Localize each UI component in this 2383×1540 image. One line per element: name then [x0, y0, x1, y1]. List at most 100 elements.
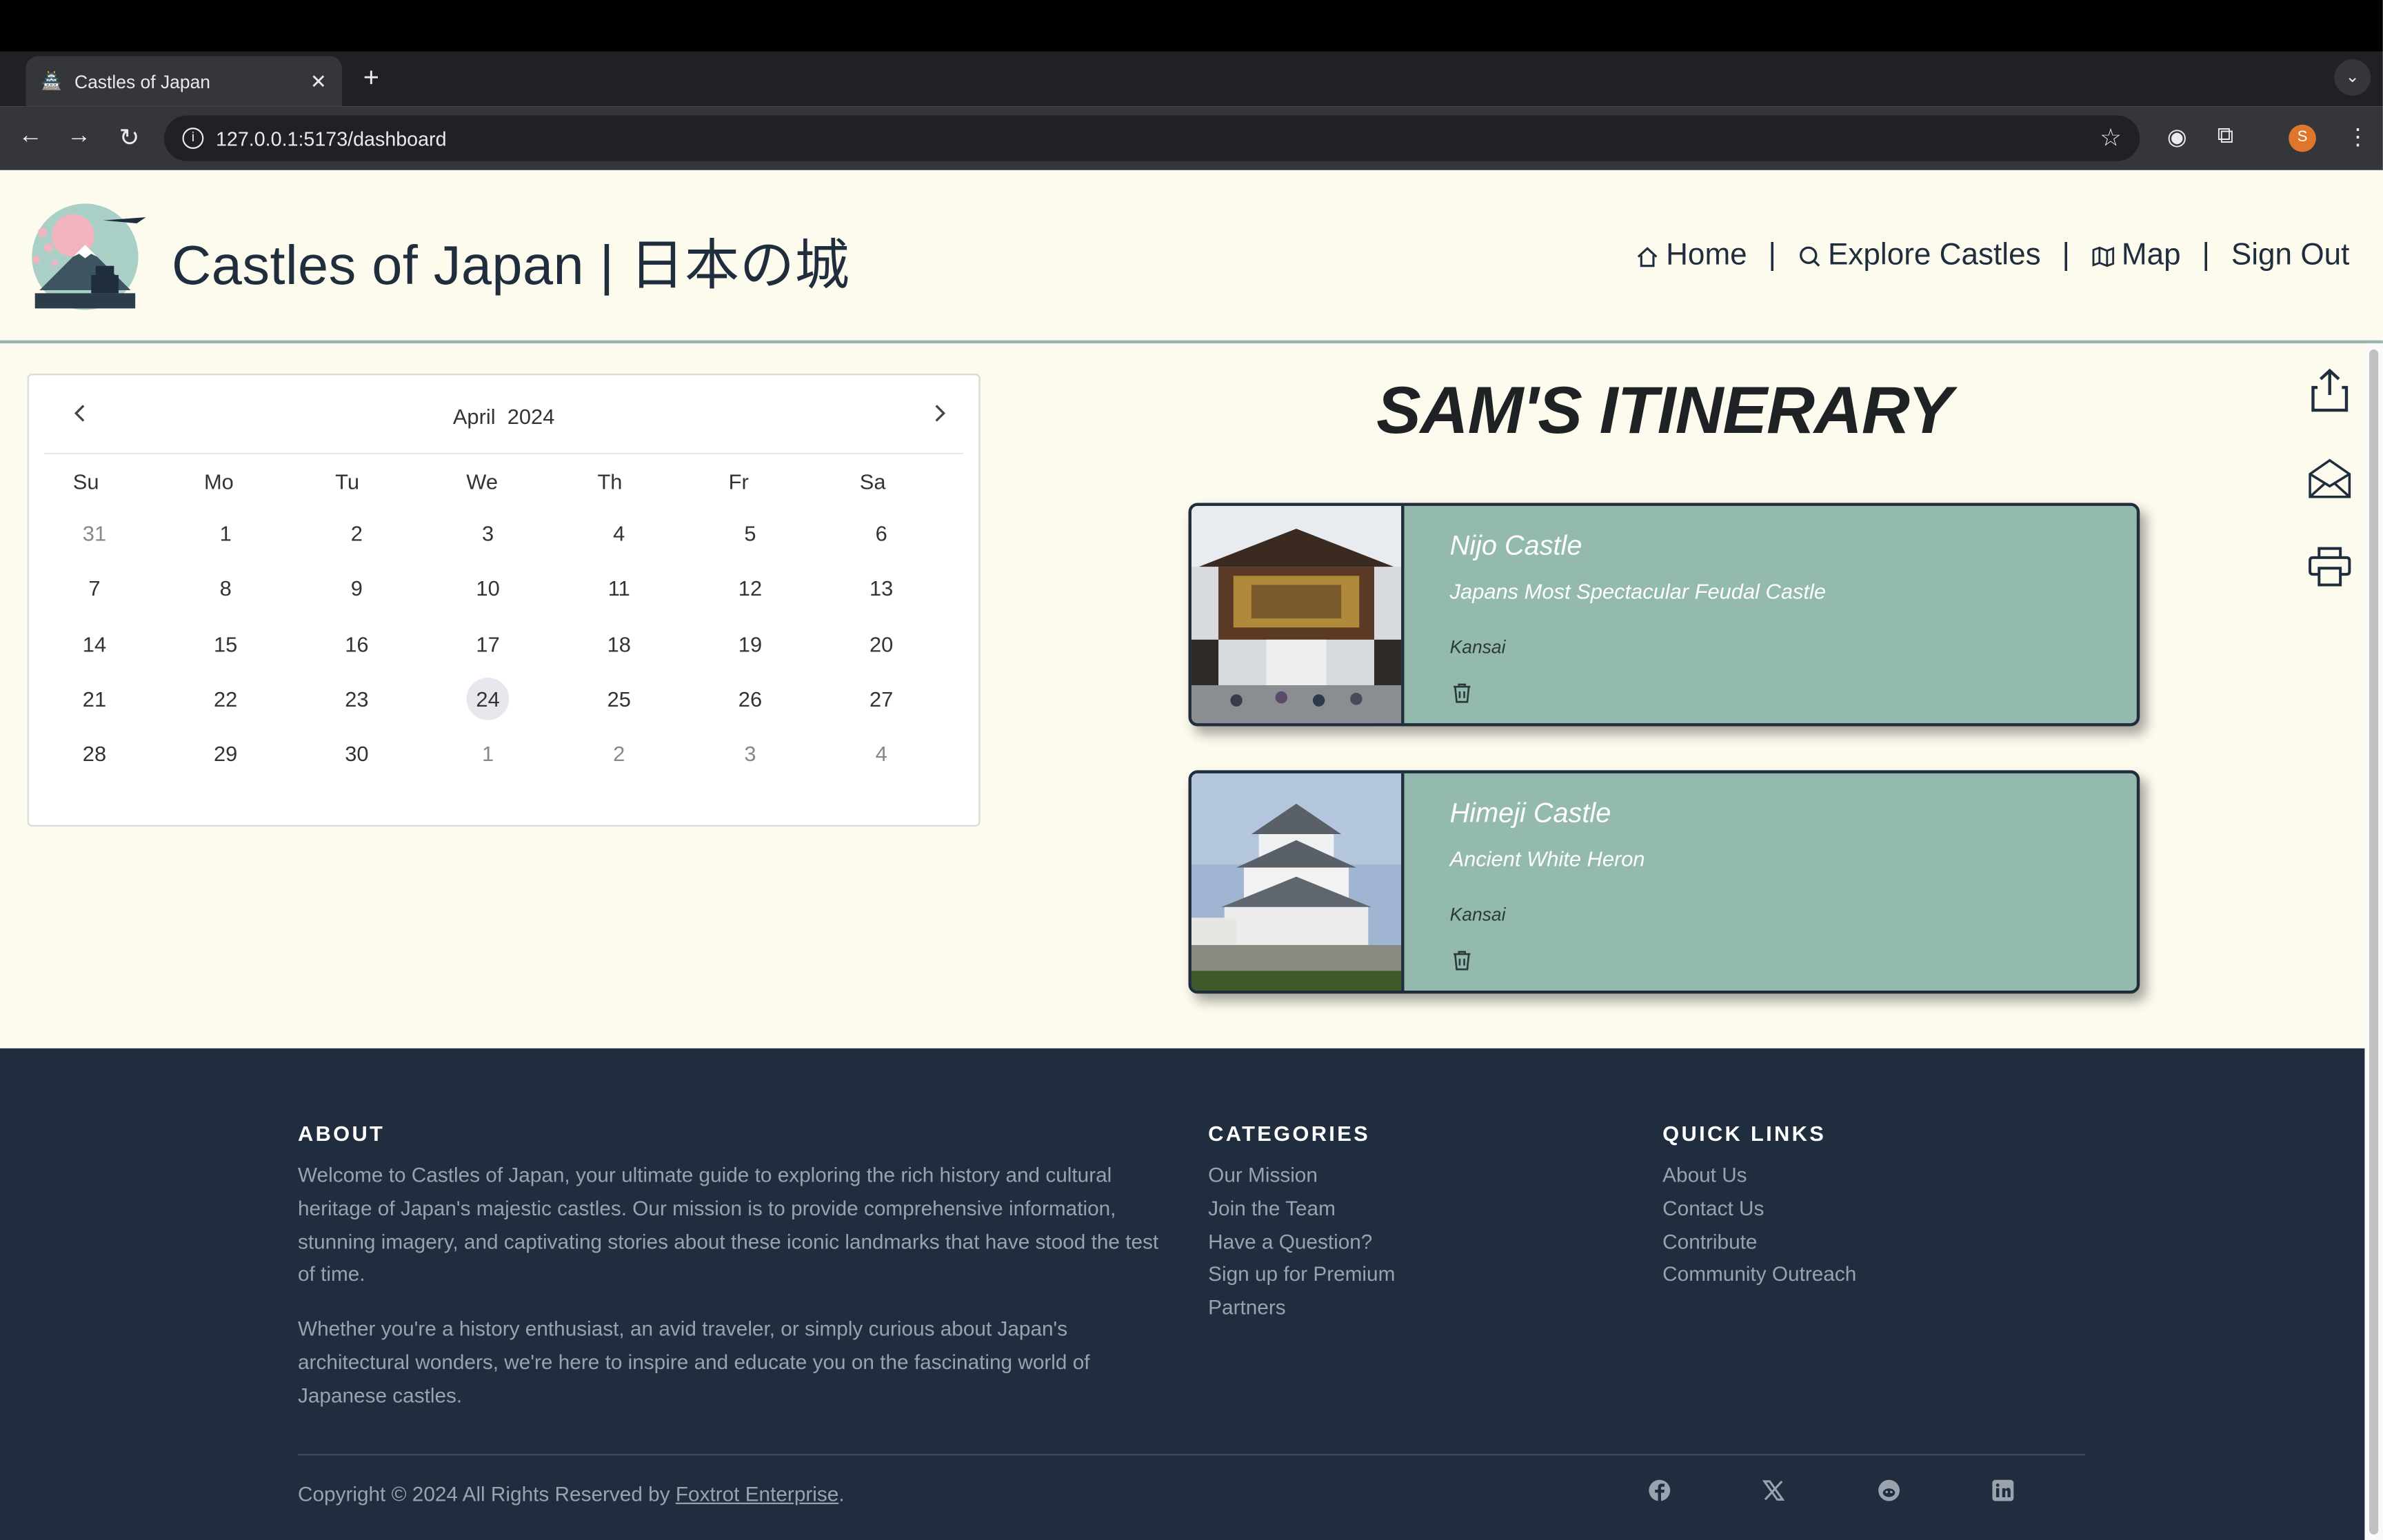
calendar-day[interactable]: 30 — [291, 742, 422, 766]
calendar-day[interactable]: 5 — [685, 521, 816, 545]
site-title: Castles of Japan | 日本の城 — [172, 234, 850, 296]
card-castle-name[interactable]: Nijo Castle — [1450, 530, 1582, 562]
calendar-day[interactable]: 15 — [160, 631, 291, 656]
calendar-week-row: 14 15 16 17 18 19 20 — [29, 616, 991, 671]
calendar-day[interactable]: 2 — [291, 521, 422, 545]
trash-icon[interactable] — [1450, 680, 1474, 705]
reload-button[interactable]: ↻ — [116, 123, 143, 154]
linkedin-icon[interactable] — [1991, 1478, 2015, 1502]
forward-button[interactable]: → — [66, 123, 93, 151]
extension-icon[interactable]: ◉ — [2167, 123, 2187, 150]
reddit-icon[interactable] — [1877, 1478, 1901, 1502]
page-scrollbar[interactable] — [2364, 343, 2383, 1540]
scrollbar-thumb[interactable] — [2369, 349, 2379, 1535]
calendar-day-number: 3 — [744, 742, 756, 767]
nav-sign-out[interactable]: Sign Out — [2231, 239, 2350, 274]
calendar-day-number: 4 — [613, 521, 625, 546]
calendar-day[interactable]: 7 — [29, 576, 160, 600]
itinerary-card-nijo[interactable]: Nijo Castle Japans Most Spectacular Feud… — [1188, 503, 2140, 727]
calendar-month[interactable]: April — [453, 404, 496, 428]
footer-link[interactable]: Community Outreach — [1662, 1259, 1856, 1292]
next-month-chevron-icon[interactable] — [927, 401, 951, 425]
calendar-day-number: 3 — [481, 521, 494, 546]
share-icon[interactable] — [2304, 365, 2355, 416]
print-icon[interactable] — [2304, 541, 2355, 593]
calendar-week-row: 28 29 30 1 2 3 4 — [29, 727, 991, 782]
calendar-day[interactable]: 14 — [29, 631, 160, 656]
footer-link[interactable]: Have a Question? — [1208, 1226, 1395, 1259]
calendar-day[interactable]: 28 — [29, 742, 160, 766]
calendar-day[interactable]: 8 — [160, 576, 291, 600]
card-castle-tagline: Japans Most Spectacular Feudal Castle — [1449, 578, 1827, 603]
calendar-day[interactable]: 4 — [554, 521, 685, 545]
calendar-day[interactable]: 1 — [422, 742, 553, 766]
browser-menu-icon[interactable]: ⋮ — [2346, 123, 2369, 150]
email-icon[interactable] — [2304, 453, 2355, 505]
footer-link[interactable]: About Us — [1662, 1159, 1856, 1193]
footer-link[interactable]: Contribute — [1662, 1226, 1856, 1259]
calendar-day[interactable]: 12 — [685, 576, 816, 600]
calendar-day[interactable]: 1 — [160, 521, 291, 545]
calendar-day[interactable]: 24 — [422, 678, 553, 720]
calendar-day[interactable]: 2 — [554, 742, 685, 766]
trash-icon[interactable] — [1450, 948, 1474, 972]
x-icon[interactable] — [1761, 1478, 1785, 1502]
close-tab-icon[interactable]: ✕ — [310, 69, 327, 93]
calendar-day[interactable]: 17 — [422, 631, 553, 656]
calendar-day[interactable]: 21 — [29, 687, 160, 711]
calendar-day-number: 13 — [869, 576, 894, 601]
footer-link[interactable]: Sign up for Premium — [1208, 1259, 1395, 1292]
calendar-day[interactable]: 31 — [29, 521, 160, 545]
footer-link[interactable]: Contact Us — [1662, 1193, 1856, 1226]
calendar-day-number: 31 — [82, 521, 107, 546]
calendar-year[interactable]: 2024 — [507, 404, 555, 428]
itinerary-card-himeji[interactable]: Himeji Castle Ancient White Heron Kansai — [1188, 770, 2140, 994]
calendar-day[interactable]: 9 — [291, 576, 422, 600]
bookmark-star-icon[interactable]: ☆ — [2100, 123, 2122, 154]
calendar-day[interactable]: 23 — [291, 687, 422, 711]
calendar-day[interactable]: 20 — [816, 631, 947, 656]
calendar-month-label[interactable]: April 2024 — [44, 404, 963, 428]
calendar-header: April 2024 — [43, 375, 964, 454]
address-bar[interactable]: i 127.0.0.1:5173/dashboard ☆ — [164, 115, 2140, 161]
calendar-day[interactable]: 18 — [554, 631, 685, 656]
calendar-day-number: 2 — [350, 521, 363, 546]
foxtrot-enterprise-link[interactable]: Foxtrot Enterprise — [676, 1483, 838, 1506]
footer-link[interactable]: Join the Team — [1208, 1193, 1395, 1226]
calendar-day[interactable]: 13 — [816, 576, 947, 600]
calendar-day[interactable]: 26 — [685, 687, 816, 711]
tab-title: Castles of Japan — [74, 70, 211, 92]
new-tab-button[interactable]: + — [363, 62, 379, 94]
castle-favicon-icon: 🏯 — [41, 72, 62, 91]
browser-tab[interactable]: 🏯 Castles of Japan ✕ — [26, 56, 342, 107]
footer-link[interactable]: Partners — [1208, 1292, 1395, 1325]
itinerary-title: SAM'S ITINERARY — [1376, 374, 1953, 449]
back-button[interactable]: ← — [17, 123, 44, 151]
footer-link[interactable]: Our Mission — [1208, 1159, 1395, 1193]
nav-home[interactable]: Home — [1636, 239, 1747, 274]
footer-about-heading: ABOUT — [297, 1121, 385, 1146]
nav-map[interactable]: Map — [2091, 239, 2181, 274]
calendar-day[interactable]: 10 — [422, 576, 553, 600]
profile-avatar[interactable]: S — [2289, 124, 2316, 152]
extensions-puzzle-icon[interactable]: ⧉ — [2218, 123, 2234, 149]
calendar-day[interactable]: 19 — [685, 631, 816, 656]
footer-about-paragraph-1: Welcome to Castles of Japan, your ultima… — [297, 1164, 1159, 1286]
castles-logo[interactable] — [28, 202, 146, 312]
calendar-day[interactable]: 11 — [554, 576, 685, 600]
calendar-day[interactable]: 27 — [816, 687, 947, 711]
facebook-icon[interactable] — [1647, 1478, 1671, 1503]
calendar-day[interactable]: 3 — [685, 742, 816, 766]
site-info-icon[interactable]: i — [182, 128, 204, 149]
calendar-day[interactable]: 29 — [160, 742, 291, 766]
calendar-day[interactable]: 4 — [816, 742, 947, 766]
calendar-day[interactable]: 25 — [554, 687, 685, 711]
tab-search-button[interactable]: ⌄ — [2334, 59, 2371, 96]
calendar-day[interactable]: 16 — [291, 631, 422, 656]
calendar-day[interactable]: 22 — [160, 687, 291, 711]
nav-explore-castles[interactable]: Explore Castles — [1798, 239, 2041, 274]
calendar-day-number: 5 — [744, 521, 756, 546]
card-castle-name[interactable]: Himeji Castle — [1450, 798, 1611, 829]
calendar-day[interactable]: 3 — [422, 521, 553, 545]
calendar-day[interactable]: 6 — [816, 521, 947, 545]
